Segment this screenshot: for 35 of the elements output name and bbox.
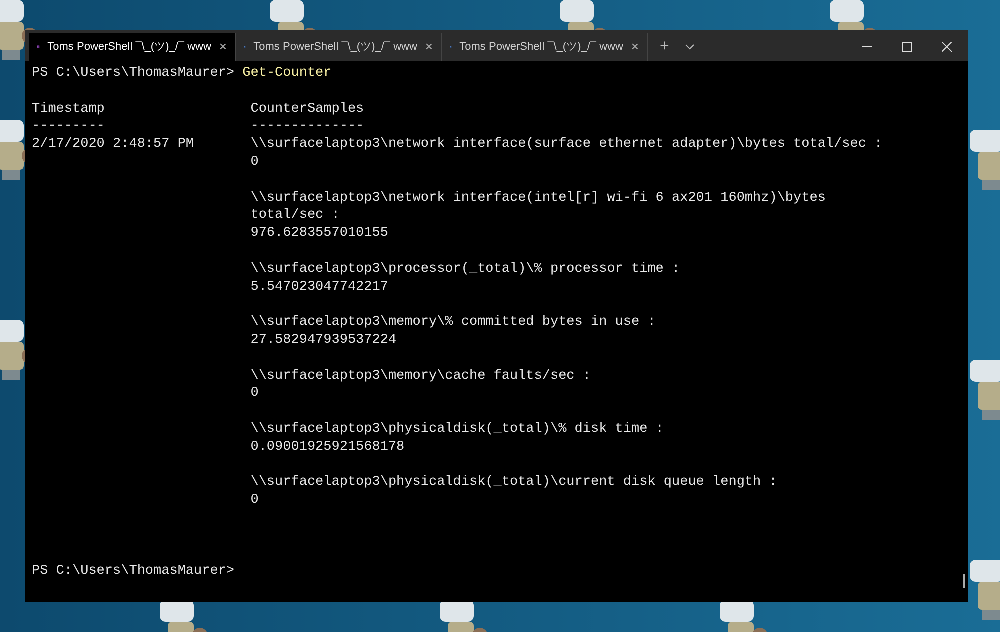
header-underline: -------------- — [250, 118, 364, 136]
counter-value: 0 — [250, 385, 259, 404]
new-tab-button[interactable]: + — [660, 35, 670, 59]
counter-path: \\surfacelaptop3\network interface(intel[r] wi-fi 6 ax201 160mhz)\bytes — [250, 190, 826, 208]
tab[interactable]: Toms PowerShell ¯\_(ツ)_/¯ www × — [29, 33, 235, 61]
column-header: CounterSamples — [250, 100, 364, 118]
counter-value: 27.582947939537224 — [250, 332, 397, 350]
tab-title: Toms PowerShell ¯\_(ツ)_/¯ www — [460, 40, 624, 55]
counter-value: 0.09001925921568178 — [250, 438, 405, 457]
maximize-icon[interactable] — [902, 42, 912, 52]
close-icon[interactable]: × — [425, 37, 433, 57]
counter-path: \\surfacelaptop3\physicaldisk(_total)\current disk queue length : — [250, 474, 778, 492]
chevron-down-icon[interactable] — [685, 44, 696, 50]
close-icon[interactable] — [942, 42, 952, 52]
counter-path: \\surfacelaptop3\memory\cache faults/sec : — [250, 368, 591, 386]
tab-title: Toms PowerShell ¯\_(ツ)_/¯ www — [254, 40, 418, 55]
counter-path: \\surfacelaptop3\memory\% committed bytes in use : — [250, 314, 656, 332]
timestamp-text: 2/17/2020 2:48:57 PM — [32, 136, 194, 154]
counter-path: \\surfacelaptop3\processor(_total)\% processor time : — [250, 260, 680, 279]
counter-value: 0 — [250, 154, 259, 172]
counter-path: total/sec : — [250, 207, 340, 226]
counter-path: \\surfacelaptop3\network interface(surface ethernet adapter)\bytes total/sec : — [250, 136, 883, 154]
scrollbar-thumb[interactable] — [963, 574, 965, 588]
column-header: Timestamp — [32, 100, 105, 118]
header-underline: --------- — [32, 118, 105, 136]
counter-path: \\surfacelaptop3\physicaldisk(_total)\% disk time : — [250, 420, 664, 439]
counter-value: 976.6283557010155 — [250, 225, 388, 243]
close-icon[interactable]: × — [219, 37, 227, 57]
prompt-text: PS C:\Users\ThomasMaurer> — [32, 66, 236, 81]
prompt-text: PS C:\Users\ThomasMaurer> — [32, 562, 235, 581]
close-icon[interactable]: × — [631, 37, 639, 57]
counter-value: 0 — [250, 492, 259, 510]
command-text: Get-Counter — [242, 66, 332, 81]
counter-value: 5.547023047742217 — [250, 278, 388, 296]
tab-title: Toms PowerShell ¯\_(ツ)_/¯ www — [48, 40, 212, 55]
